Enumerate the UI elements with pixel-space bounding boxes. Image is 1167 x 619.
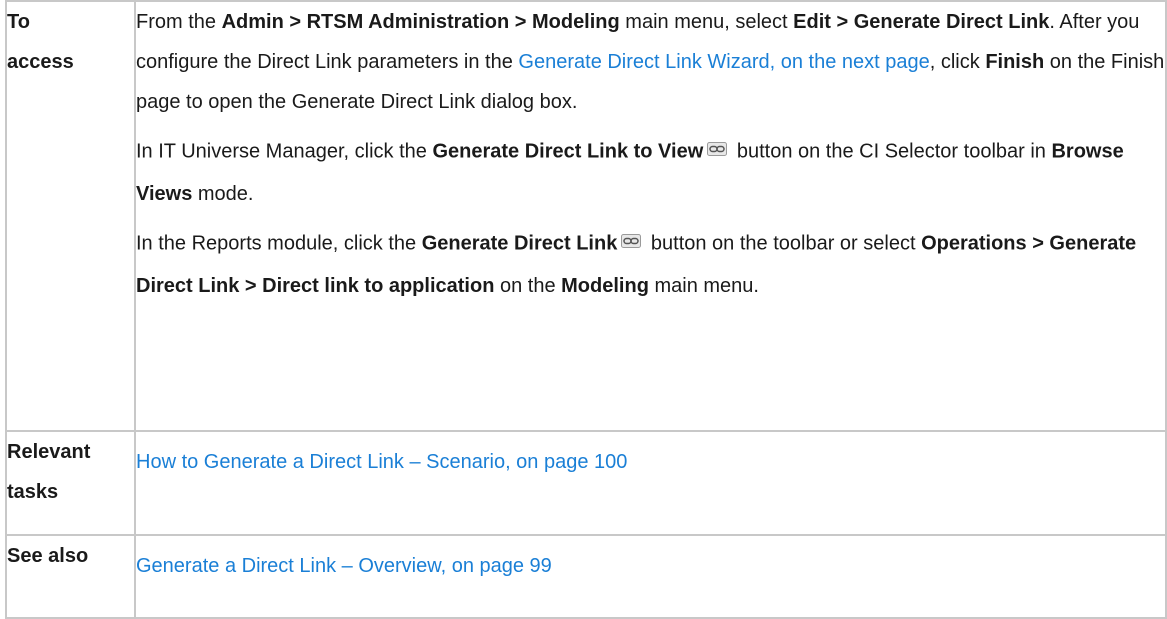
table-row-to-access: To access From the Admin > RTSM Administ… — [5, 0, 1167, 432]
info-table: To access From the Admin > RTSM Administ… — [5, 0, 1167, 619]
text-run: In IT Universe Manager, click the — [136, 140, 433, 163]
text-run: button on the CI Selector toolbar in — [731, 140, 1052, 163]
text-run: main menu. — [648, 275, 759, 297]
link-generate-direct-link-wizard[interactable]: Generate Direct Link Wizard, on the next… — [518, 51, 929, 73]
chain-link-icon — [707, 130, 728, 170]
row-content-cell: Generate a Direct Link – Overview, on pa… — [134, 534, 1167, 619]
access-paragraph-2: In IT Universe Manager, click the Genera… — [136, 130, 1165, 214]
text-run: , click — [929, 51, 986, 73]
chain-link-icon — [621, 222, 642, 262]
row-label-relevant: Relevant — [7, 441, 91, 463]
link-generate-direct-link-overview[interactable]: Generate a Direct Link – Overview, on pa… — [136, 555, 552, 577]
row-label-cell: Relevant tasks — [5, 430, 136, 536]
text-run: button on the toolbar or select — [645, 232, 922, 255]
text-run: From the — [136, 11, 222, 33]
row-label-cell: See also — [5, 534, 136, 619]
button-name-generate-direct-link: Generate Direct Link — [421, 232, 618, 255]
table-row-see-also: See also Generate a Direct Link – Overvi… — [5, 534, 1167, 619]
row-label-see-also: See also — [7, 545, 89, 567]
table-row-relevant-tasks: Relevant tasks How to Generate a Direct … — [5, 430, 1167, 536]
row-label-tasks: tasks — [7, 481, 59, 503]
see-also-paragraph: Generate a Direct Link – Overview, on pa… — [136, 546, 1165, 586]
menu-path-modeling: Admin > RTSM Administration > Modeling — [221, 11, 620, 33]
link-how-to-generate-direct-link[interactable]: How to Generate a Direct Link – Scenario… — [136, 451, 627, 473]
button-name-generate-direct-link-to-view: Generate Direct Link to View — [432, 140, 704, 163]
row-content-cell: From the Admin > RTSM Administration > M… — [134, 0, 1167, 432]
menu-path-generate-direct-link: Edit > Generate Direct Link — [793, 11, 1050, 33]
row-label-to: To — [7, 11, 30, 33]
finish-label: Finish — [985, 51, 1045, 73]
text-run: main menu, select — [619, 11, 794, 33]
text-run: mode. — [192, 183, 254, 205]
row-label-cell: To access — [5, 0, 136, 432]
row-content-cell: How to Generate a Direct Link – Scenario… — [134, 430, 1167, 536]
row-label-access: access — [7, 51, 74, 73]
access-paragraph-3: In the Reports module, click the Generat… — [136, 222, 1165, 306]
text-run: In the Reports module, click the — [136, 232, 422, 255]
modeling-label: Modeling — [561, 275, 649, 297]
access-paragraph-1: From the Admin > RTSM Administration > M… — [136, 2, 1165, 122]
tasks-paragraph: How to Generate a Direct Link – Scenario… — [136, 442, 1165, 482]
text-run: on the — [494, 275, 562, 297]
